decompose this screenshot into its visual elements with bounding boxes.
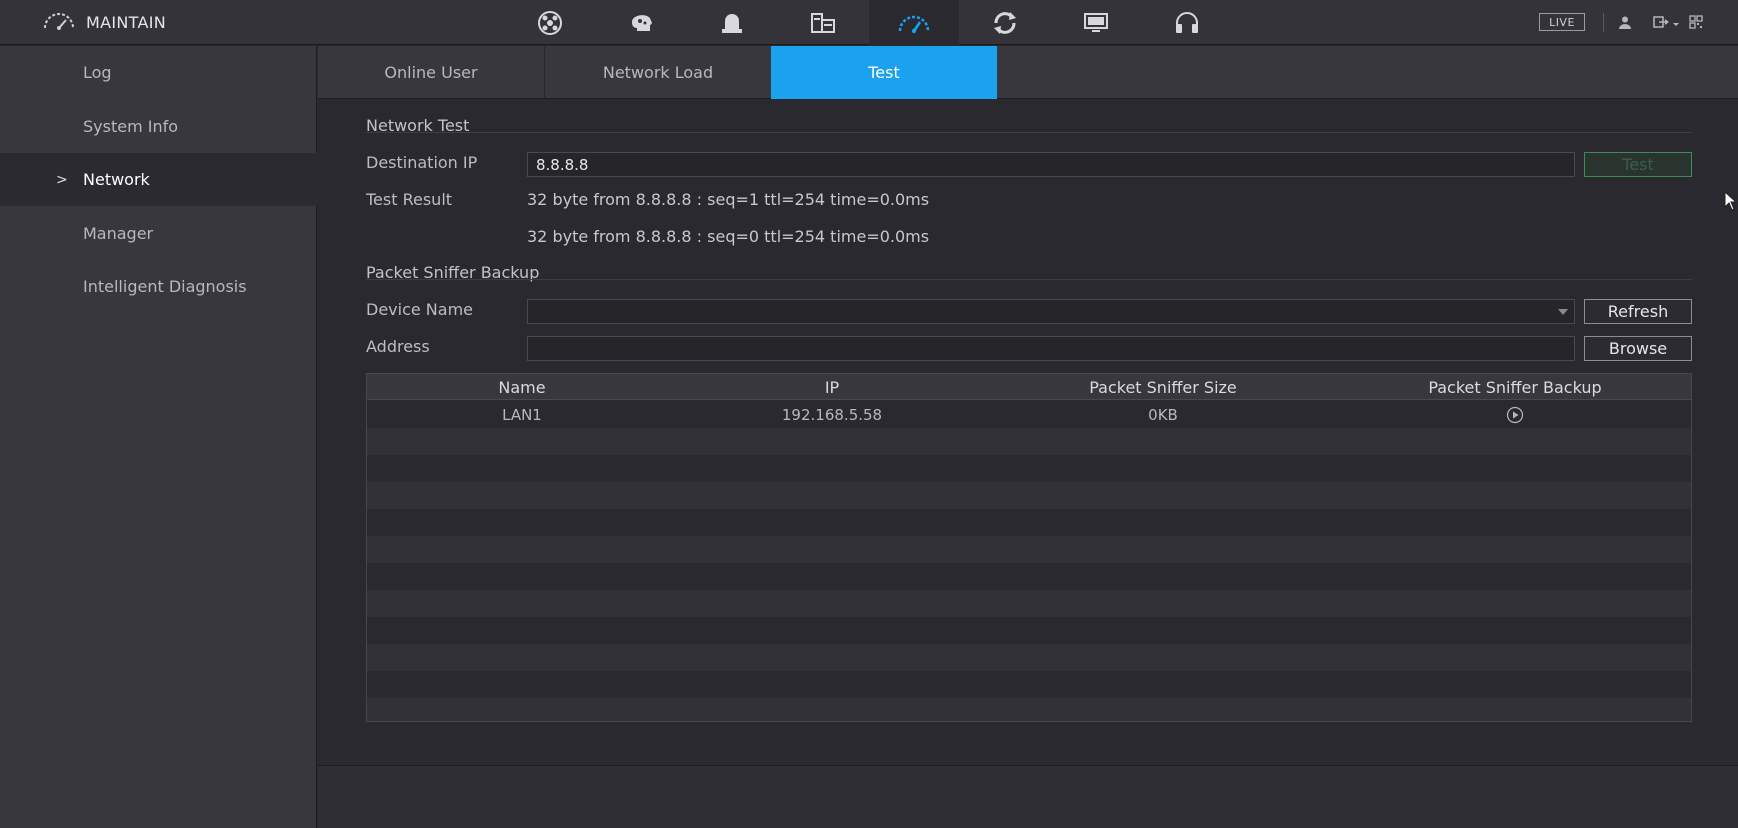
main-content: Network Test Destination IP 8.8.8.8 Test…: [318, 100, 1738, 765]
table-row: [367, 428, 1691, 455]
brand: MAINTAIN: [42, 0, 166, 45]
address-label: Address: [366, 337, 430, 356]
display-icon[interactable]: [1051, 0, 1141, 45]
chevron-down-icon: [1558, 309, 1568, 315]
test-button[interactable]: Test: [1584, 152, 1692, 177]
sidebar-item-label: Log: [83, 63, 112, 82]
table-header: Name IP Packet Sniffer Size Packet Sniff…: [367, 374, 1691, 400]
destination-ip-label: Destination IP: [366, 153, 478, 172]
test-result-line: 32 byte from 8.8.8.8 : seq=1 ttl=254 tim…: [527, 190, 930, 209]
sidebar: Log System Info > Network Manager Intell…: [0, 46, 317, 828]
sidebar-item-label: Network: [83, 170, 150, 189]
table-row: [367, 671, 1691, 698]
table-row: [367, 590, 1691, 617]
chevron-right-icon: >: [56, 171, 68, 188]
column-header-name: Name: [498, 377, 546, 397]
storage-icon[interactable]: [778, 0, 868, 45]
page-title: MAINTAIN: [86, 13, 167, 32]
tab-online-user[interactable]: Online User: [318, 46, 545, 99]
destination-ip-input[interactable]: 8.8.8.8: [527, 152, 1575, 177]
test-result-label: Test Result: [366, 190, 453, 209]
table-row: [367, 698, 1691, 721]
divider: [366, 132, 1692, 133]
sidebar-item-manager[interactable]: Manager: [0, 207, 317, 260]
device-name-label: Device Name: [366, 300, 474, 319]
audio-icon[interactable]: [1142, 0, 1232, 45]
cell-size: 0KB: [1148, 405, 1178, 424]
address-input[interactable]: [527, 336, 1575, 361]
sidebar-item-label: Intelligent Diagnosis: [83, 277, 247, 296]
table-row: [367, 644, 1691, 671]
sidebar-item-label: Manager: [83, 224, 154, 243]
sidebar-item-label: System Info: [83, 117, 179, 136]
cell-name: LAN1: [502, 405, 542, 424]
browse-button[interactable]: Browse: [1584, 336, 1692, 361]
logout-icon[interactable]: [1653, 12, 1681, 32]
playback-icon[interactable]: [505, 0, 595, 45]
table-row: [367, 455, 1691, 482]
mouse-cursor-icon: [1724, 190, 1738, 215]
cell-ip: 192.168.5.58: [781, 405, 883, 424]
tab-bar: Online User Network Load Test: [318, 46, 1738, 99]
alarm-icon[interactable]: [687, 0, 777, 45]
table-row: [367, 536, 1691, 563]
column-header-size: Packet Sniffer Size: [1089, 377, 1237, 397]
tab-test[interactable]: Test: [771, 46, 997, 99]
test-result-line: 32 byte from 8.8.8.8 : seq=0 ttl=254 tim…: [527, 227, 930, 246]
table-row[interactable]: LAN1 192.168.5.58 0KB: [367, 401, 1691, 428]
column-header-ip: IP: [824, 377, 840, 397]
sidebar-item-system-info[interactable]: System Info: [0, 100, 317, 153]
table-row: [367, 509, 1691, 536]
divider: [366, 279, 1692, 280]
qr-code-icon[interactable]: [1688, 12, 1704, 32]
backup-icon[interactable]: [960, 0, 1050, 45]
table-row: [367, 482, 1691, 509]
table-row: [367, 563, 1691, 590]
column-header-backup: Packet Sniffer Backup: [1428, 377, 1602, 397]
sniffer-table: Name IP Packet Sniffer Size Packet Sniff…: [366, 373, 1692, 722]
divider: [1603, 13, 1604, 32]
live-button[interactable]: LIVE: [1539, 13, 1585, 31]
play-backup-icon[interactable]: [1339, 401, 1691, 428]
table-row: [367, 617, 1691, 644]
refresh-button[interactable]: Refresh: [1584, 299, 1692, 324]
top-bar: MAINTAIN LIVE: [0, 0, 1738, 45]
device-name-dropdown[interactable]: [527, 299, 1575, 324]
sidebar-item-network[interactable]: > Network: [0, 153, 317, 206]
tab-network-load[interactable]: Network Load: [545, 46, 772, 99]
ai-icon[interactable]: [596, 0, 686, 45]
sidebar-item-intelligent-diagnosis[interactable]: Intelligent Diagnosis: [0, 260, 317, 313]
sidebar-item-log[interactable]: Log: [0, 46, 317, 99]
maintain-icon: [42, 11, 76, 35]
user-icon[interactable]: [1617, 12, 1633, 32]
maintain-tab-icon[interactable]: [869, 0, 959, 45]
footer-bar: [318, 766, 1738, 828]
